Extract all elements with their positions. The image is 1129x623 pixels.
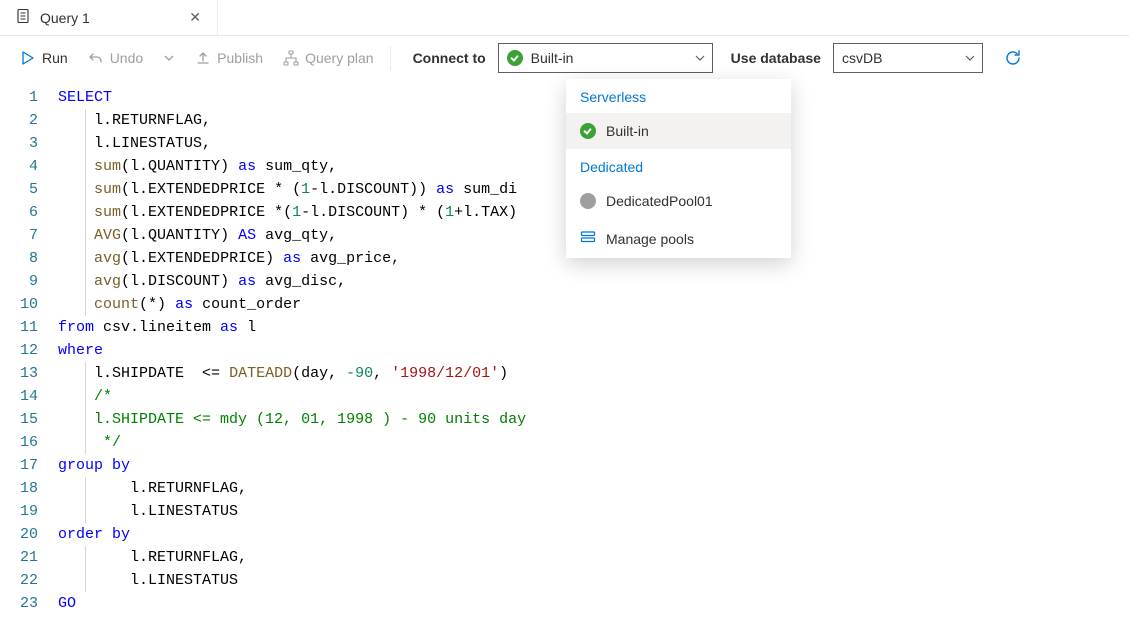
- menu-item-built-in[interactable]: Built-in: [566, 113, 791, 149]
- menu-group-dedicated: Dedicated: [566, 149, 791, 183]
- toolbar: Run Undo Publish Query plan Connect to B…: [0, 36, 1129, 80]
- menu-item-label: DedicatedPool01: [606, 193, 713, 209]
- menu-item-label: Manage pools: [606, 231, 694, 247]
- status-active-icon: [580, 123, 596, 139]
- connect-to-value: Built-in: [531, 50, 686, 66]
- query-plan-label: Query plan: [305, 50, 373, 66]
- menu-item-manage-pools[interactable]: Manage pools: [566, 219, 791, 258]
- status-paused-icon: [580, 193, 596, 209]
- use-database-dropdown[interactable]: csvDB: [833, 43, 983, 73]
- status-active-icon: [507, 50, 523, 66]
- menu-item-dedicatedpool01[interactable]: DedicatedPool01: [566, 183, 791, 219]
- undo-label: Undo: [110, 50, 143, 66]
- tab-bar: Query 1 ✕: [0, 0, 1129, 36]
- run-label: Run: [42, 50, 68, 66]
- code-editor[interactable]: 1234567891011121314151617181920212223 SE…: [0, 80, 1129, 615]
- run-button[interactable]: Run: [12, 45, 76, 71]
- undo-button[interactable]: Undo: [80, 45, 151, 71]
- connect-to-menu: Serverless Built-in Dedicated DedicatedP…: [566, 79, 791, 258]
- line-gutter: 1234567891011121314151617181920212223: [0, 86, 58, 615]
- menu-group-serverless: Serverless: [566, 79, 791, 113]
- separator: [390, 46, 391, 70]
- refresh-button[interactable]: [997, 42, 1029, 74]
- publish-label: Publish: [217, 50, 263, 66]
- connect-to-label: Connect to: [399, 50, 494, 66]
- use-database-value: csvDB: [842, 50, 956, 66]
- tab-title: Query 1: [40, 10, 90, 26]
- undo-chevron[interactable]: [155, 47, 183, 69]
- use-database-label: Use database: [717, 50, 829, 66]
- menu-item-label: Built-in: [606, 123, 649, 139]
- script-icon: [16, 8, 32, 27]
- manage-pools-icon: [580, 229, 596, 248]
- tab-query-1[interactable]: Query 1 ✕: [0, 0, 218, 35]
- chevron-down-icon: [694, 52, 706, 64]
- close-icon[interactable]: ✕: [187, 7, 203, 28]
- chevron-down-icon: [964, 52, 976, 64]
- publish-button[interactable]: Publish: [187, 45, 271, 71]
- query-plan-button[interactable]: Query plan: [275, 45, 381, 71]
- connect-to-dropdown[interactable]: Built-in: [498, 43, 713, 73]
